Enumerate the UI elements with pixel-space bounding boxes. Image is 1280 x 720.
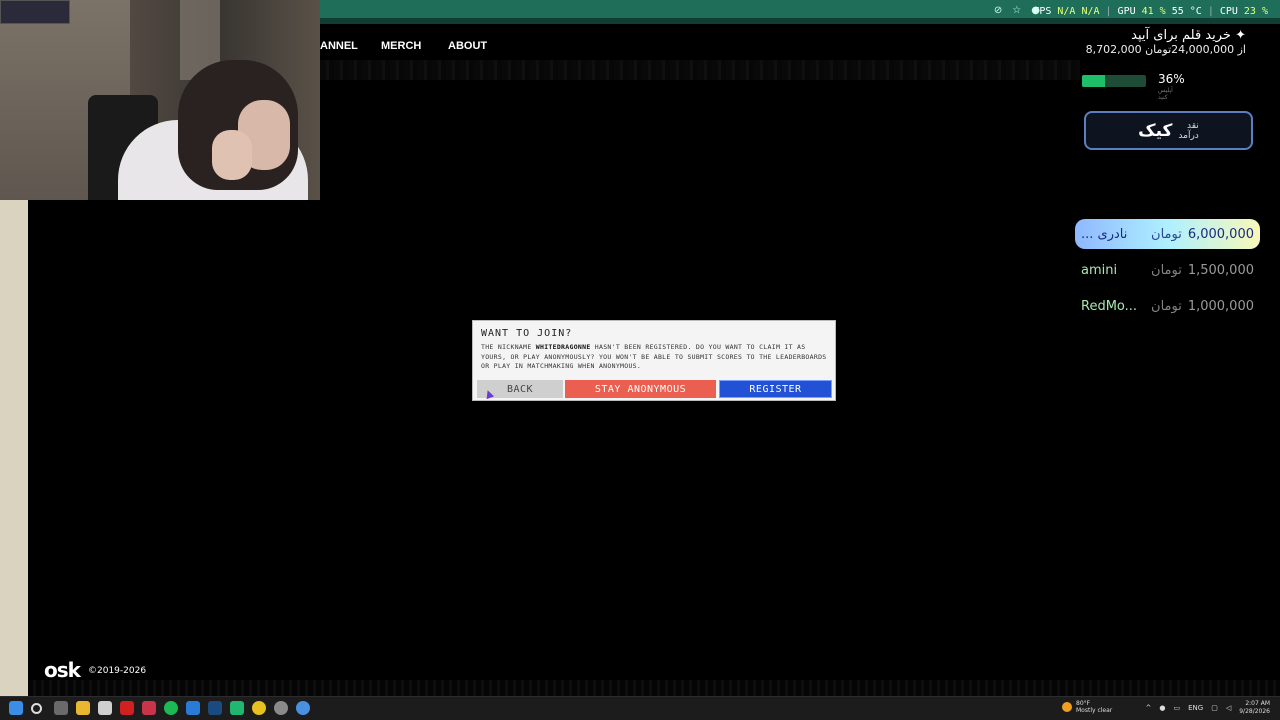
clock-date: 9/28/2026 — [1239, 708, 1270, 715]
donor-amount: 1,000,000 — [1187, 298, 1254, 314]
webcam-thumbnail — [0, 0, 70, 24]
weather-widget[interactable]: 80°F Mostly clear — [1062, 700, 1112, 714]
chrome-icon[interactable] — [252, 701, 266, 715]
language-indicator[interactable]: ENG — [1188, 704, 1203, 712]
weather-temp: 80°F — [1076, 700, 1091, 707]
cpu-value: 23 % — [1243, 6, 1268, 17]
osk-logo: osk — [44, 658, 81, 682]
donor-currency: تومان — [1151, 262, 1182, 278]
nav-merch[interactable]: MERCH — [381, 40, 421, 52]
store-icon[interactable] — [98, 701, 112, 715]
donor-currency: تومان — [1151, 298, 1182, 314]
weather-sun-icon — [1062, 702, 1072, 712]
left-wall-strip — [0, 200, 28, 696]
donation-progress-sub: آپلیس کنید — [1158, 87, 1173, 101]
nav-channel[interactable]: ANNEL — [320, 40, 358, 52]
donor-name: amini — [1081, 262, 1118, 278]
clock-time: 2:07 AM — [1245, 700, 1270, 707]
donor-name: ... نادری — [1081, 226, 1128, 242]
donation-progress-fill — [1082, 75, 1106, 87]
search-icon[interactable] — [31, 703, 42, 714]
star-icon[interactable]: ☆ — [1012, 5, 1021, 16]
fps-extra: N/A — [1081, 6, 1100, 17]
weather-desc: Mostly clear — [1076, 707, 1113, 714]
network-icon[interactable]: ▢ — [1211, 704, 1218, 712]
register-button[interactable]: REGISTER — [719, 380, 832, 398]
vscode-icon[interactable] — [186, 701, 200, 715]
browser-tab-strip — [320, 18, 1280, 24]
donation-goal-amount: 8,702,000 از 24,000,000تومان — [1085, 43, 1246, 56]
eye-off-icon[interactable]: ⊘ — [994, 5, 1002, 16]
leaderboard-row: RedMo... تومان 1,000,000 — [1075, 291, 1260, 321]
donor-amount: 1,500,000 — [1187, 262, 1254, 278]
pixel-skyline-top — [320, 60, 1080, 80]
spotify-icon[interactable] — [164, 701, 178, 715]
donor-currency: تومان — [1151, 226, 1182, 242]
kick-label-1: نقد — [1187, 120, 1199, 131]
microphone-icon[interactable]: ● — [1159, 704, 1165, 712]
donation-goal-title: خرید قلم برای آیپد ✦ — [1131, 28, 1246, 43]
app-icon-green[interactable] — [230, 701, 244, 715]
fps-value: N/A — [1057, 6, 1076, 17]
file-explorer-icon[interactable] — [76, 701, 90, 715]
gpu-temp: 55 °C — [1171, 6, 1202, 17]
leaderboard-row: amini تومان 1,500,000 — [1075, 255, 1260, 285]
fps-label: FPS — [1033, 6, 1052, 17]
stay-anonymous-button[interactable]: STAY ANONYMOUS — [565, 380, 716, 398]
performance-hud: FPS N/A N/A | GPU 41 % 55 °C | CPU 23 % — [1033, 6, 1268, 17]
chevron-up-icon[interactable]: ^ — [1146, 704, 1152, 712]
volume-icon[interactable]: ◁ — [1226, 704, 1231, 712]
donation-progress: 36% آپلیس کنید — [1082, 72, 1185, 101]
modal-nickname: WHITEDRAGONNE — [535, 343, 591, 351]
pixel-skyline-bottom — [28, 680, 1280, 696]
kick-label-2: درآمد — [1178, 130, 1199, 141]
copyright: ©2019-2026 — [88, 666, 147, 676]
modal-title: WANT TO JOIN? — [481, 328, 573, 339]
system-tray: ^ ● ▭ ENG ▢ ◁ 2:07 AM 9/28/2026 — [1146, 700, 1270, 716]
app-icon-blue[interactable] — [296, 701, 310, 715]
display-icon[interactable]: ▭ — [1174, 704, 1181, 712]
webcam-overlay — [0, 0, 320, 200]
windows-start-icon[interactable] — [9, 701, 23, 715]
kick-income-card: کیک نقد درآمد — [1084, 111, 1253, 150]
join-modal: WANT TO JOIN? THE NICKNAME WHITEDRAGONNE… — [472, 320, 836, 401]
donor-amount: 6,000,000 — [1187, 226, 1254, 242]
steam-icon[interactable] — [208, 701, 222, 715]
nav-about[interactable]: ABOUT — [448, 40, 487, 52]
cpu-label: CPU — [1219, 6, 1238, 17]
donation-goal: خرید قلم برای آیپد ✦ 8,702,000 از 24,000… — [1046, 28, 1246, 56]
donation-percent: 36% — [1158, 72, 1185, 86]
app-icon-red[interactable] — [142, 701, 156, 715]
leaderboard-row: ... نادری تومان 6,000,000 — [1075, 219, 1260, 249]
modal-body: THE NICKNAME WHITEDRAGONNE HASN'T BEEN R… — [481, 343, 827, 370]
windows-taskbar: 80°F Mostly clear ^ ● ▭ ENG ▢ ◁ 2:07 AM … — [0, 696, 1280, 720]
task-view-icon[interactable] — [54, 701, 68, 715]
kick-brand: کیک — [1138, 120, 1173, 141]
sparkle-icon: ✦ — [1235, 28, 1246, 43]
clock[interactable]: 2:07 AM 9/28/2026 — [1239, 700, 1270, 716]
gpu-value: 41 % — [1141, 6, 1166, 17]
gpu-label: GPU — [1117, 6, 1136, 17]
illustrator-icon[interactable] — [120, 701, 134, 715]
app-icon-gray[interactable] — [274, 701, 288, 715]
streamer-hand — [212, 130, 252, 180]
donor-name: RedMo... — [1081, 298, 1138, 314]
